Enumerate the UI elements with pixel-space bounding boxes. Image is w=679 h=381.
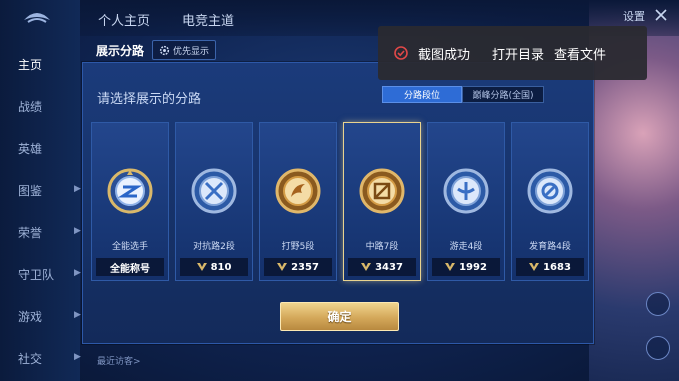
panel-header: 展示分路 优先显示 xyxy=(76,39,376,61)
view-file-link[interactable]: 查看文件 xyxy=(554,44,606,63)
sidebar-item-social[interactable]: 社交 xyxy=(18,350,42,367)
right-action-icon[interactable] xyxy=(646,336,670,360)
sidebar-item-codex[interactable]: 图鉴 xyxy=(18,182,42,199)
check-circle-icon xyxy=(394,46,408,60)
select-lane-prompt: 请选择展示的分路 xyxy=(97,92,202,107)
lane-card-value: 3437 xyxy=(348,258,416,276)
lane-card-farm[interactable]: 发育路4段 1683 xyxy=(511,122,589,281)
sidebar-item-heroes[interactable]: 英雄 xyxy=(18,140,42,157)
lane-card-jungle[interactable]: 打野5段 2357 xyxy=(259,122,337,281)
lane-card-label: 打野5段 xyxy=(281,242,315,252)
settings-label[interactable]: 设置 xyxy=(623,8,645,24)
sidebar-item-home[interactable]: 主页 xyxy=(18,56,42,73)
clash-lane-icon xyxy=(191,168,237,214)
lane-card-value-text: 全能称号 xyxy=(110,263,150,275)
recent-visitors-link[interactable]: 最近访客> xyxy=(97,354,141,367)
chevron-right-icon: ▶ xyxy=(74,268,81,278)
right-action-icon[interactable] xyxy=(646,292,670,316)
lane-card-value: 2357 xyxy=(264,258,332,276)
lane-card-value: 1992 xyxy=(432,258,500,276)
power-icon xyxy=(277,263,288,271)
lane-card-label: 中路7段 xyxy=(365,242,399,252)
roam-icon xyxy=(443,168,489,214)
chevron-right-icon: ▶ xyxy=(74,310,81,320)
chevron-right-icon: ▶ xyxy=(74,352,81,362)
chevron-right-icon: ▶ xyxy=(74,184,81,194)
lane-card-value-text: 1992 xyxy=(459,261,487,273)
lane-card-clash[interactable]: 对抗路2段 810 xyxy=(175,122,253,281)
power-icon xyxy=(529,263,540,271)
lane-card-label: 发育路4段 xyxy=(529,242,571,252)
back-logo-icon[interactable] xyxy=(20,8,54,28)
tab-lane-rank[interactable]: 分路段位 xyxy=(382,86,462,103)
power-icon xyxy=(445,263,456,271)
toast-message: 截图成功 xyxy=(418,46,471,62)
jungle-icon xyxy=(275,168,321,214)
lane-card-roam[interactable]: 游走4段 1992 xyxy=(427,122,505,281)
lane-card-value-text: 3437 xyxy=(375,261,403,273)
gear-icon xyxy=(159,45,170,55)
allround-icon xyxy=(107,168,153,214)
confirm-button[interactable]: 确定 xyxy=(280,302,399,331)
power-icon xyxy=(361,263,372,271)
power-icon xyxy=(196,263,207,271)
priority-display-button[interactable]: 优先显示 xyxy=(152,40,217,60)
sidebar-item-guard[interactable]: 守卫队 xyxy=(18,266,54,283)
lane-card-value-text: 810 xyxy=(210,261,232,273)
lane-card-label: 游走4段 xyxy=(449,242,483,252)
tab-peak-lane[interactable]: 巅峰分路(全国) xyxy=(462,86,544,103)
lane-card-value: 1683 xyxy=(516,258,584,276)
tab-esports[interactable]: 电竞主道 xyxy=(182,10,234,29)
tab-personal-home[interactable]: 个人主页 xyxy=(98,10,150,29)
lane-card-value-text: 2357 xyxy=(291,261,319,273)
priority-display-label: 优先显示 xyxy=(173,46,210,57)
lane-tabs: 分路段位 巅峰分路(全国) xyxy=(382,86,544,103)
sidebar-item-record[interactable]: 战绩 xyxy=(18,98,42,115)
close-icon[interactable] xyxy=(655,9,667,21)
lane-card-value: 全能称号 xyxy=(96,258,164,276)
lane-card-mid[interactable]: 中路7段 3437 xyxy=(343,122,421,281)
screenshot-toast: 截图成功 打开目录 查看文件 xyxy=(378,26,647,80)
lane-card-label: 全能选手 xyxy=(111,242,148,252)
panel-title: 展示分路 xyxy=(96,43,145,58)
sidebar-item-game[interactable]: 游戏 xyxy=(18,308,42,325)
chevron-right-icon: ▶ xyxy=(74,226,81,236)
mid-lane-icon xyxy=(359,168,405,214)
lane-card-value: 810 xyxy=(180,258,248,276)
farm-lane-icon xyxy=(527,168,573,214)
lane-card-label: 对抗路2段 xyxy=(193,242,235,252)
lane-card-value-text: 1683 xyxy=(543,261,571,273)
sidebar-item-honor[interactable]: 荣誉 xyxy=(18,224,42,241)
open-folder-link[interactable]: 打开目录 xyxy=(492,44,544,63)
lane-card-allround[interactable]: 全能选手 全能称号 xyxy=(91,122,169,281)
